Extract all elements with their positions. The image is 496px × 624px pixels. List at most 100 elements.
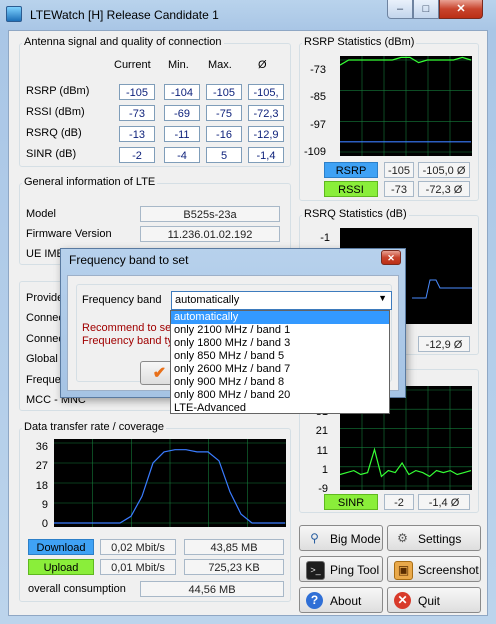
transfer-chart-series-download [54,449,285,524]
rsrq-avg: -12,9 [248,126,284,142]
maximize-button[interactable]: □ [413,0,439,19]
rsrp-chart-series-rssi [340,56,472,66]
header-max: Max. [208,59,232,71]
rsrp-stats-title: RSRP Statistics (dBm) [302,36,417,48]
quit-label: Quit [418,594,441,608]
download-rate: 0,02 Mbit/s [100,539,176,555]
rsrp-current: -105 [119,84,155,100]
big-mode-button[interactable]: ⚲ Big Mode [299,525,383,551]
ping-tool-label: Ping Tool [330,563,380,577]
transfer-ytick: 9 [41,499,48,511]
rsrp-stats-group: RSRP Statistics (dBm) -73 -85 -97 -109 R… [299,36,479,201]
band-option-8[interactable]: only 900 MHz / band 8 [171,376,389,389]
big-mode-label: Big Mode [330,532,381,546]
quit-button[interactable]: ✕ Quit [387,587,481,613]
rssi-stat-avg: -72,3 Ø [418,181,470,197]
rsrp-max: -105 [206,84,242,100]
connection-label-2: Connec [26,333,64,345]
about-label: About [330,594,362,608]
sinr-badge: SINR [324,494,378,510]
rsrq-series-line [412,279,472,299]
transfer-chart-svg [54,439,286,527]
rsrp-chart-svg [340,56,472,156]
sinr-min: -4 [164,147,200,163]
transfer-group: Data transfer rate / coverage 36 27 18 9… [19,421,291,602]
title-bar[interactable]: LTEWatch [H] Release Candidate 1 – □ ✕ [0,0,496,28]
rssi-label: RSSI (dBm) [26,106,85,118]
rsrp-min: -104 [164,84,200,100]
main-window: LTEWatch [H] Release Candidate 1 – □ ✕ A… [0,0,496,624]
band-option-20[interactable]: only 800 MHz / band 20 [171,389,389,402]
rssi-current: -73 [119,105,155,121]
close-circle-icon: ✕ [394,592,411,609]
sinr-ytick: 11 [316,445,328,457]
frequency-label: Freque [26,374,61,386]
transfer-chart [54,439,286,527]
header-current: Current [114,59,151,71]
firmware-label: Firmware Version [26,228,112,240]
band-options-list: automatically only 2100 MHz / band 1 onl… [170,310,390,414]
rsrq-current: -13 [119,126,155,142]
band-option-7[interactable]: only 2600 MHz / band 7 [171,363,389,376]
header-avg: Ø [258,59,267,71]
band-option-1[interactable]: only 2100 MHz / band 1 [171,324,389,337]
rsrp-ytick: -73 [310,64,326,76]
rssi-badge: RSSI [324,181,378,197]
upload-total: 725,23 KB [184,559,284,575]
download-badge: Download [28,539,94,555]
signal-group: Antenna signal and quality of connection… [19,36,291,167]
sinr-max: 5 [206,147,242,163]
transfer-ytick: 0 [41,518,48,530]
model-value: B525s-23a [140,206,280,222]
dialog-close-button[interactable]: ✕ [381,250,401,265]
connection-label-1: Connec [26,312,64,324]
rssi-stat-current: -73 [384,181,414,197]
download-total: 43,85 MB [184,539,284,555]
chevron-down-icon: ▼ [378,293,387,303]
dialog-title: Frequency band to set [69,253,189,267]
band-dropdown[interactable]: automatically ▼ [171,291,392,310]
rssi-avg: -72,3 [248,105,284,121]
transfer-ytick: 27 [35,460,48,472]
lte-info-title: General information of LTE [22,176,158,188]
rsrp-stat-avg: -105,0 Ø [418,162,470,178]
settings-label: Settings [418,532,462,546]
app-icon [6,6,22,22]
screenshot-label: Screenshot [418,563,479,577]
window-title: LTEWatch [H] Release Candidate 1 [30,8,219,22]
band-option-3[interactable]: only 1800 MHz / band 3 [171,337,389,350]
rssi-max: -75 [206,105,242,121]
rsrq-min: -11 [164,126,200,142]
rsrp-stat-current: -105 [384,162,414,178]
close-button[interactable]: ✕ [439,0,483,19]
rsrq-max: -16 [206,126,242,142]
ping-tool-button[interactable]: >_ Ping Tool [299,556,383,582]
minimize-button[interactable]: – [387,0,413,19]
signal-group-title: Antenna signal and quality of connection [22,36,224,48]
rsrp-badge: RSRP [324,162,378,178]
screenshot-button[interactable]: ▣ Screenshot [387,556,481,582]
terminal-icon: >_ [306,561,325,580]
transfer-ytick: 36 [35,441,48,453]
band-dropdown-value: automatically [175,294,240,306]
sinr-avg: -1,4 [248,147,284,163]
checkmark-icon: ✔ [152,365,167,382]
magnifier-icon: ⚲ [310,531,319,545]
rsrq-stats-title: RSRQ Statistics (dB) [302,208,409,220]
band-label: Frequency band [82,294,162,306]
rsrp-chart [340,56,472,156]
firmware-value: 11.236.01.02.192 [140,226,280,242]
rsrp-label: RSRP (dBm) [26,85,90,97]
rsrp-ytick: -109 [303,146,326,158]
rsrq-stat-avg: -12,9 Ø [418,336,470,352]
rsrp-ytick: -97 [310,119,326,131]
rsrq-ytick: -1 [320,232,330,244]
sinr-current: -2 [119,147,155,163]
band-option-auto[interactable]: automatically [171,311,389,324]
settings-button[interactable]: ⚙ Settings [387,525,481,551]
image-icon: ▣ [394,561,413,580]
overall-label: overall consumption [28,583,126,595]
band-option-lte-advanced[interactable]: LTE-Advanced [171,402,389,415]
band-option-5[interactable]: only 850 MHz / band 5 [171,350,389,363]
about-button[interactable]: ? About [299,587,383,613]
